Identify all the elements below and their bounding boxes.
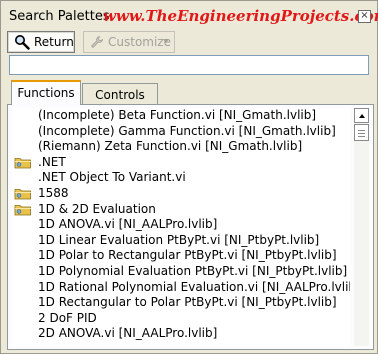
scroll-up-button[interactable] [354, 108, 369, 123]
return-label: Return [34, 35, 74, 49]
list-item[interactable]: 1D Linear Evaluation PtByPt.vi [NI_PtbyP… [12, 233, 350, 249]
tab-controls-label: Controls [95, 88, 145, 102]
list-item[interactable]: (Riemann) Zeta Function.vi [NI_Gmath.lvl… [12, 139, 350, 155]
list-item-label: 1588 [38, 185, 69, 200]
list-item[interactable]: (Incomplete) Gamma Function.vi [NI_Gmath… [12, 124, 350, 140]
list-item[interactable]: .NET Object To Variant.vi [12, 170, 350, 186]
list-item-label: 1D Polynomial Evaluation PtByPt.vi [NI_P… [38, 263, 348, 278]
folder-icon [14, 204, 32, 216]
list-item-label: 2 DoF PID [38, 310, 97, 325]
window-title: Search Palettes [9, 9, 110, 24]
list-item[interactable]: (Incomplete) Beta Function.vi [NI_Gmath.… [12, 108, 350, 124]
search-input[interactable] [9, 55, 369, 75]
folder-icon [14, 157, 32, 169]
list-item[interactable]: 2D ANOVA.vi [NI_AALPro.lvlib] [12, 326, 350, 342]
list-item[interactable]: 1D ANOVA.vi [NI_AALPro.lvlib] [12, 217, 350, 233]
search-icon [15, 35, 30, 50]
list-item-label: 1D ANOVA.vi [NI_AALPro.lvlib] [38, 217, 218, 232]
scroll-thumb[interactable] [354, 124, 369, 141]
list-item-label: 1D Polar to Rectangular PtByPt.vi [NI_Pt… [38, 248, 337, 263]
title-bar: Search Palettes www.TheEngineeringProjec… [1, 1, 378, 29]
tab-controls[interactable]: Controls [82, 83, 158, 104]
list-item-label: (Incomplete) Beta Function.vi [NI_Gmath.… [38, 108, 317, 122]
folder-icon [14, 188, 32, 200]
results-panel: (Incomplete) Beta Function.vi [NI_Gmath.… [7, 104, 374, 350]
list-item-label: .NET [38, 154, 66, 169]
customize-label: Customize [108, 35, 171, 49]
list-item[interactable]: 1D Polynomial Evaluation PtByPt.vi [NI_P… [12, 264, 350, 280]
customize-button[interactable]: Customize [83, 31, 175, 53]
close-button[interactable]: × [358, 10, 371, 23]
list-item-label: .NET Object To Variant.vi [38, 170, 186, 185]
list-item-label: 2D ANOVA.vi [NI_AALPro.lvlib] [38, 326, 218, 341]
list-item-label: (Riemann) Zeta Function.vi [NI_Gmath.lvl… [38, 139, 303, 154]
chevron-down-icon [163, 39, 169, 43]
search-palettes-window: Search Palettes www.TheEngineeringProjec… [0, 0, 378, 354]
watermark-text: www.TheEngineeringProjects.com [103, 7, 378, 25]
list-item-label: 1D Rectangular to Polar PtByPt.vi [NI_Pt… [38, 295, 337, 310]
close-icon: × [360, 10, 369, 21]
tab-functions-label: Functions [17, 86, 75, 100]
list-item-label: 1D & 2D Evaluation [38, 201, 156, 216]
wrench-icon [90, 36, 103, 49]
return-button[interactable]: Return [7, 31, 75, 53]
list-item[interactable]: 2 DoF PID [12, 311, 350, 327]
list-item[interactable]: 1588 [12, 186, 350, 202]
list-item-label: 1D Rational Polynomial Evaluation.vi [NI… [38, 279, 350, 294]
scrollbar[interactable] [354, 108, 369, 346]
list-item[interactable]: .NET [12, 155, 350, 171]
list-item[interactable]: 1D & 2D Evaluation [12, 202, 350, 218]
results-list: (Incomplete) Beta Function.vi [NI_Gmath.… [12, 108, 350, 346]
list-item[interactable]: 1D Rational Polynomial Evaluation.vi [NI… [12, 280, 350, 296]
tab-functions[interactable]: Functions [11, 80, 81, 105]
list-item[interactable]: 1D Rectangular to Polar PtByPt.vi [NI_Pt… [12, 295, 350, 311]
list-item[interactable]: 1D Polar to Rectangular PtByPt.vi [NI_Pt… [12, 248, 350, 264]
list-item-label: (Incomplete) Gamma Function.vi [NI_Gmath… [38, 123, 336, 138]
list-item-label: 1D Linear Evaluation PtByPt.vi [NI_PtbyP… [38, 232, 320, 247]
